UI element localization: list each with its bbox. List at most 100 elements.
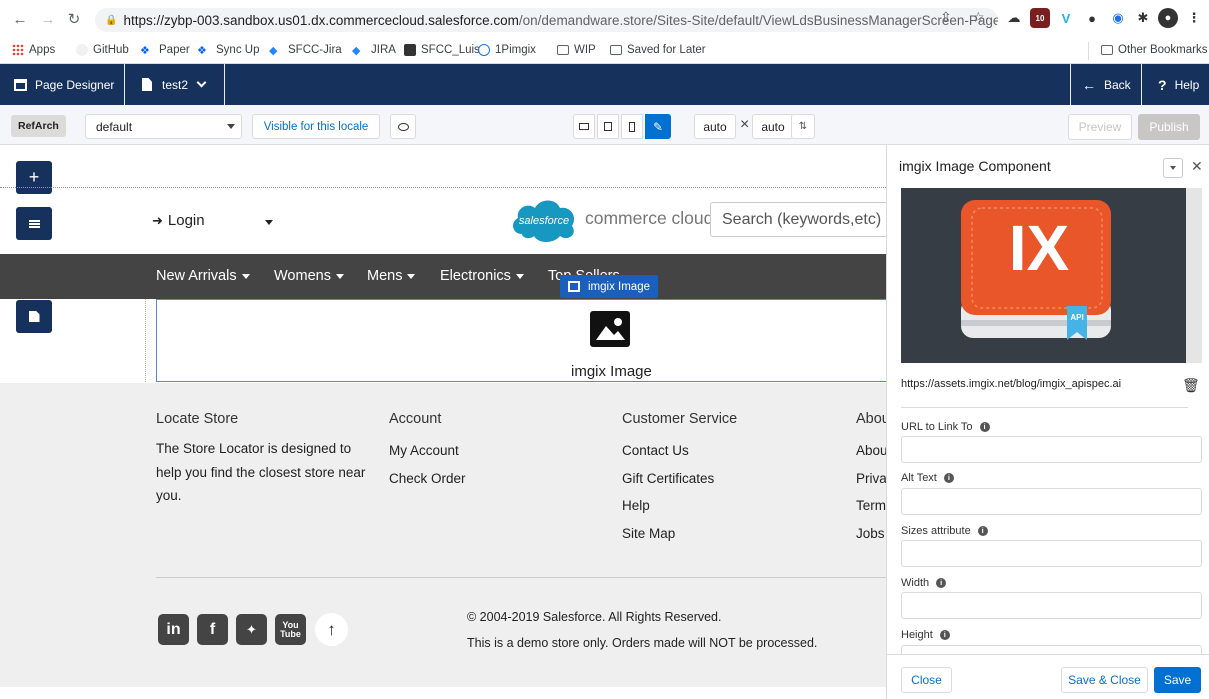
desktop-icon (579, 123, 589, 130)
sizes-attribute-input[interactable] (901, 540, 1202, 567)
brand-text: commerce cloud (585, 208, 714, 228)
logo-text: salesforce (519, 215, 569, 227)
bookmark-sync-up[interactable]: ❖ Sync Up (197, 44, 259, 57)
document-icon (142, 78, 152, 91)
imgix-component-selected[interactable] (156, 299, 886, 382)
pencil-icon: ✎ (652, 119, 664, 134)
reload-icon[interactable]: ↻ (64, 9, 84, 29)
back-button[interactable]: ← Back (1082, 64, 1131, 105)
caret-down-icon (227, 124, 235, 129)
help-button[interactable]: ? Help (1158, 64, 1199, 105)
width-field-input[interactable] (901, 592, 1202, 619)
footer-heading: Customer Service (622, 411, 738, 427)
nav-electronics[interactable]: Electronics (440, 268, 524, 284)
bookmark-sfcc-luis[interactable]: SFCC_Luis (404, 44, 480, 56)
facebook-icon[interactable]: f (197, 614, 228, 645)
footer-link[interactable]: My Account (389, 437, 466, 465)
locale-select[interactable]: default (85, 114, 242, 139)
field-label-sizes: Sizes attribute i (901, 525, 988, 537)
page-properties-button[interactable] (16, 300, 52, 333)
close-icon[interactable]: ✕ (1191, 158, 1203, 175)
profile-avatar-icon[interactable]: ● (1158, 8, 1178, 28)
nav-womens[interactable]: Womens (274, 268, 344, 284)
bookmark-saved-for-later[interactable]: Saved for Later (610, 44, 706, 56)
save-button[interactable]: Save (1154, 667, 1201, 693)
caret-down-icon[interactable] (265, 220, 273, 225)
width-input[interactable]: auto (694, 114, 736, 139)
footer-link[interactable]: Privacy (856, 465, 886, 493)
vimeo-extension-icon[interactable]: V (1056, 8, 1076, 28)
browser-toolbar: ← → ↻ 🔒 https://zybp-003.sandbox.us01.dx… (0, 0, 1209, 38)
bookmark-wip[interactable]: WIP (557, 44, 596, 56)
component-tag[interactable]: imgix Image (560, 275, 658, 298)
footer-link[interactable]: Gift Certificates (622, 465, 737, 493)
tablet-view-button[interactable] (597, 114, 619, 139)
login-link[interactable]: ➜ Login (152, 212, 205, 229)
footer-link[interactable]: Site Map (622, 520, 737, 548)
youtube-icon[interactable]: You Tube (275, 614, 306, 645)
swap-dimensions-button[interactable]: ⇅ (791, 114, 815, 139)
info-icon: i (936, 578, 947, 588)
forward-arrow-icon[interactable]: → (38, 9, 58, 29)
page-selector[interactable]: test2 (142, 64, 207, 105)
footer-link[interactable]: Jobs (856, 520, 886, 548)
image-url-text: https://assets.imgix.net/blog/imgix_apis… (901, 378, 1122, 390)
twitter-icon[interactable]: ✦ (236, 614, 267, 645)
bookmark-github[interactable]: GitHub (76, 44, 129, 56)
eye-toggle-button[interactable] (390, 114, 416, 139)
spy-extension-icon[interactable]: ● (1082, 8, 1102, 28)
add-component-button[interactable]: + (16, 161, 52, 194)
url-to-link-input[interactable] (901, 436, 1202, 463)
bookmark-paper[interactable]: ❖ Paper (140, 44, 190, 57)
publish-button[interactable]: Publish (1138, 114, 1200, 140)
share-icon[interactable]: ⇧ (940, 9, 952, 26)
back-arrow-icon[interactable]: ← (10, 9, 30, 29)
store-search-input[interactable]: Search (keywords,etc) (710, 202, 886, 237)
header-divider (224, 64, 225, 105)
linkedin-icon[interactable]: in (158, 614, 189, 645)
nav-mens[interactable]: Mens (367, 268, 416, 284)
component-list-button[interactable] (16, 207, 52, 240)
bookmark-jira[interactable]: ◆ JIRA (352, 44, 396, 57)
salesforce-cloud-logo[interactable]: salesforce (508, 194, 580, 244)
bookmark-other[interactable]: Other Bookmarks (1101, 44, 1207, 56)
preview-button[interactable]: Preview (1068, 114, 1132, 140)
book-title-text: IX (1009, 212, 1070, 284)
mobile-view-button[interactable] (621, 114, 643, 139)
footer-heading: Account (389, 411, 442, 427)
nav-new-arrivals[interactable]: New Arrivals (156, 268, 250, 284)
trash-icon[interactable]: 🗑 (1182, 377, 1200, 394)
footer-link[interactable]: Help (622, 492, 737, 520)
alt-text-input[interactable] (901, 488, 1202, 515)
save-close-button[interactable]: Save & Close (1061, 667, 1148, 693)
field-label-url: URL to Link To i (901, 421, 990, 433)
footer-link[interactable]: About (856, 437, 886, 465)
address-bar[interactable]: 🔒 https://zybp-003.sandbox.us01.dx.comme… (95, 8, 998, 32)
store-navigation: New Arrivals Womens Mens Electronics Top… (0, 254, 886, 299)
footer-link[interactable]: Check Order (389, 465, 466, 493)
onepassword-extension-icon[interactable]: ◉ (1108, 8, 1128, 28)
desktop-view-button[interactable] (573, 114, 595, 139)
back-to-top-button[interactable]: ↑ (315, 613, 348, 646)
close-button[interactable]: Close (901, 667, 952, 693)
height-input[interactable]: auto (752, 114, 794, 139)
ublock-extension-icon[interactable]: 10 (1030, 8, 1050, 28)
info-icon: i (943, 473, 954, 483)
panel-menu-button[interactable] (1163, 158, 1183, 178)
caret-down-icon (335, 273, 344, 279)
footer-link[interactable]: Contact Us (622, 437, 737, 465)
bookmark-apps[interactable]: Apps (12, 44, 55, 56)
star-icon[interactable]: ☆ (972, 9, 985, 26)
demo-notice: This is a demo store only. Orders made w… (467, 636, 818, 650)
cloud-extension-icon[interactable]: ☁ (1004, 8, 1024, 28)
page-designer-home[interactable]: Page Designer (14, 64, 114, 105)
panel-title: imgix Image Component (899, 158, 1051, 174)
bookmark-1pimgix[interactable]: 1Pimgix (478, 44, 536, 56)
bookmark-sfcc-jira[interactable]: ◆ SFCC-Jira (269, 44, 342, 57)
visible-locale-button[interactable]: Visible for this locale (252, 114, 380, 139)
puzzle-extension-icon[interactable]: ✱ (1133, 8, 1153, 28)
kebab-menu-icon[interactable]: ⋮ (1184, 8, 1204, 28)
footer-link[interactable]: Terms (856, 492, 886, 520)
edit-view-button[interactable]: ✎ (645, 114, 671, 139)
field-label-width: Width i (901, 577, 947, 589)
